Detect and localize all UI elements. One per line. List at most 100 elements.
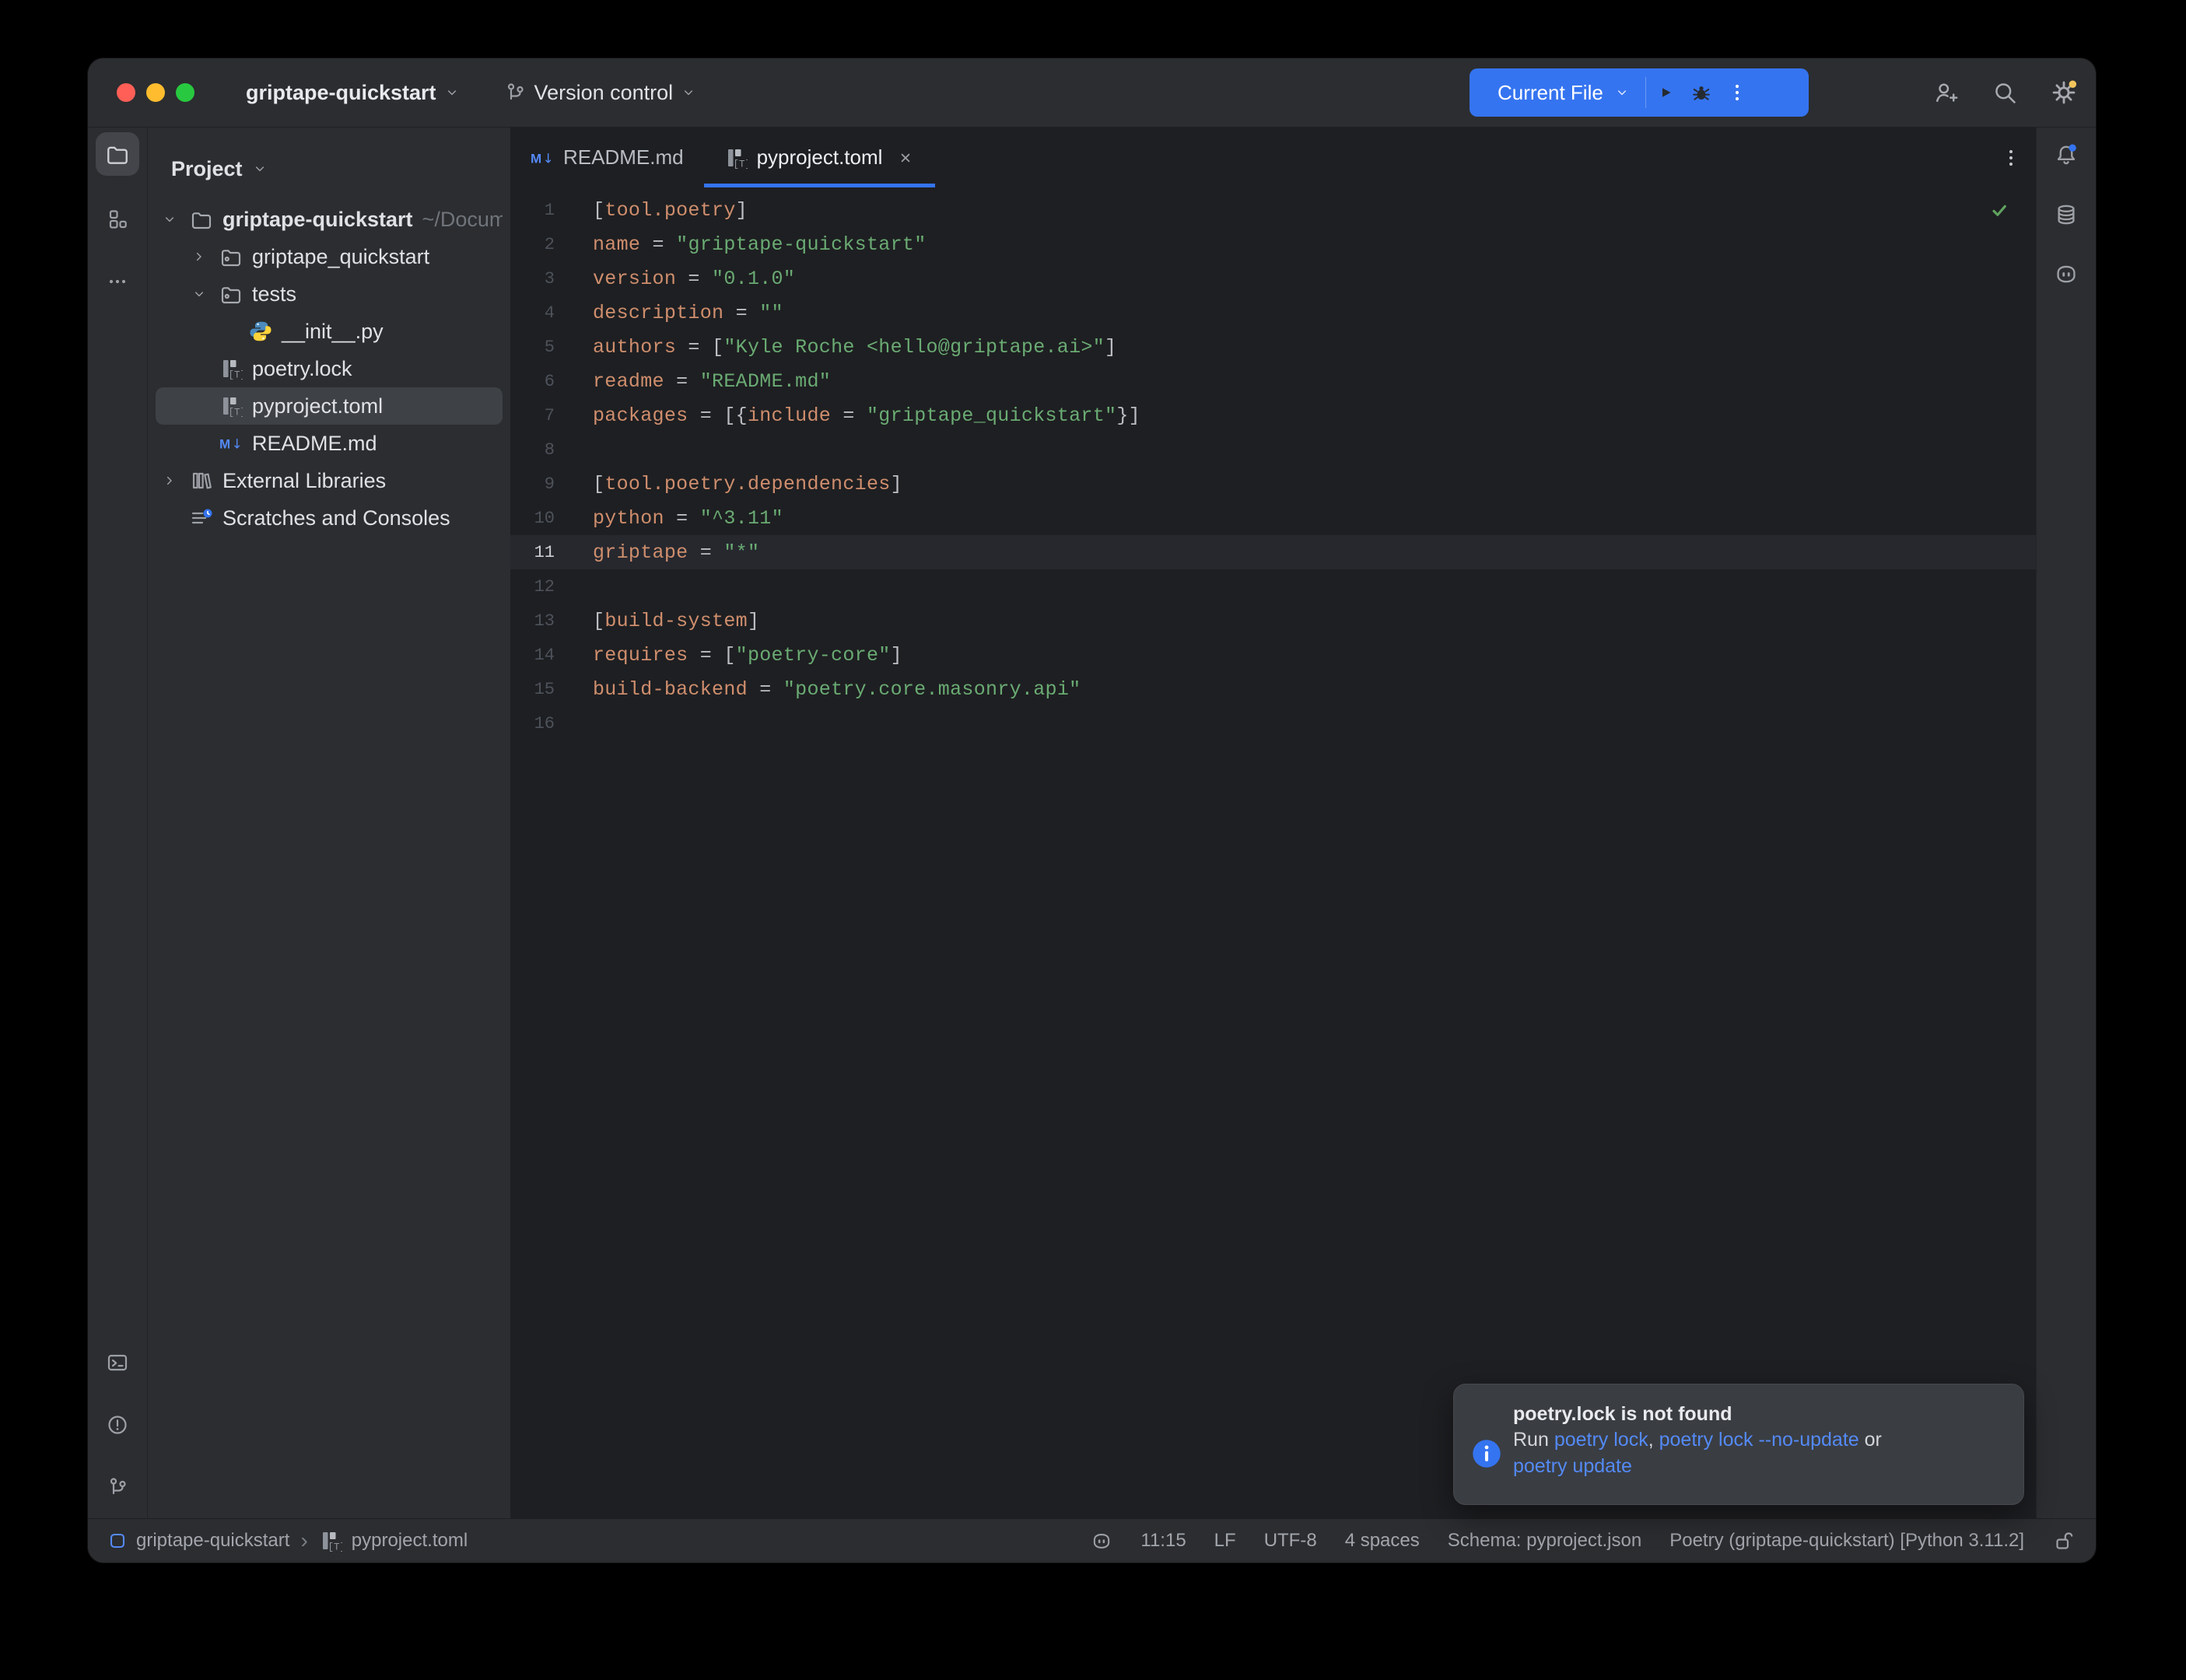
notification-balloon: poetry.lock is not found Run poetry lock… (1453, 1384, 2024, 1505)
tree-item-label: griptape-quickstart (222, 208, 413, 232)
tree-item-tests[interactable]: tests (156, 275, 503, 313)
run-icon[interactable] (1654, 81, 1677, 104)
close-window-button[interactable] (117, 83, 135, 102)
close-icon[interactable] (896, 149, 915, 167)
line-number: 15 (510, 680, 555, 699)
tree-item-init-py[interactable]: __init__.py (156, 313, 503, 350)
markdown-icon: M↓ (531, 146, 554, 170)
tree-item-external-libraries[interactable]: External Libraries (156, 462, 503, 499)
project-tree: griptape-quickstart~/Docume griptape_quic… (148, 201, 510, 537)
notification-link-poetry-lock-no-update[interactable]: poetry lock --no-update (1659, 1429, 1859, 1451)
vcs-toolwindow-button[interactable] (96, 1465, 139, 1509)
notification-link-poetry-update[interactable]: poetry update (1513, 1455, 1632, 1477)
tree-item-scratches-and-consoles[interactable]: Scratches and Consoles (156, 499, 503, 537)
status-lf[interactable]: LF (1214, 1530, 1236, 1552)
toml-icon: [T] (219, 394, 243, 418)
tree-item-label: griptape_quickstart (252, 245, 429, 269)
tab-readme-md[interactable]: M↓ README.md (510, 128, 704, 187)
copilot-icon[interactable] (2054, 261, 2079, 286)
unlock-icon (2052, 1529, 2076, 1552)
tree-item-pyproject-toml[interactable]: [T]pyproject.toml (156, 387, 503, 425)
code-line-4: 4description = "" (510, 296, 2037, 330)
project-panel-header[interactable]: Project (148, 128, 510, 187)
folder-dot-icon (219, 282, 243, 306)
tab-pyproject-toml[interactable]: [T]pyproject.toml (704, 128, 936, 187)
folder-icon (190, 208, 213, 231)
inspections-ok-check-icon[interactable] (1988, 199, 2010, 221)
code-line-10: 10python = "^3.11" (510, 501, 2037, 535)
svg-text:[T]: [T] (328, 1542, 342, 1553)
problems-toolwindow-button[interactable] (96, 1403, 139, 1447)
tab-options-icon[interactable] (1999, 128, 2023, 187)
settings-gear-icon[interactable] (2051, 79, 2077, 106)
notification-text: , (1648, 1429, 1659, 1451)
more-actions-icon[interactable] (1725, 81, 1749, 104)
minimize-window-button[interactable] (146, 83, 165, 102)
zoom-window-button[interactable] (176, 83, 194, 102)
tab-label: README.md (563, 145, 684, 170)
structure-icon (106, 208, 129, 231)
status-4-spaces[interactable]: 4 spaces (1345, 1530, 1420, 1552)
ide-window: griptape-quickstart Version control Curr… (88, 58, 2096, 1563)
right-tool-strip (2036, 128, 2096, 1518)
tree-item-poetry-lock[interactable]: [T]poetry.lock (156, 350, 503, 387)
line-number: 5 (510, 338, 555, 357)
code-editor[interactable]: 1[tool.poetry]2name = "griptape-quicksta… (510, 188, 2037, 1518)
breadcrumb-pyproject-toml[interactable]: [T] pyproject.toml (319, 1529, 468, 1552)
notifications-bell-icon[interactable] (2054, 143, 2079, 168)
tree-item-label: Scratches and Consoles (222, 506, 450, 530)
line-number: 7 (510, 406, 555, 425)
status-label: Poetry (griptape-quickstart) [Python 3.1… (1669, 1530, 2024, 1552)
breadcrumb-label: pyproject.toml (352, 1530, 468, 1552)
line-number: 1 (510, 201, 555, 220)
more-toolwindows-button[interactable] (96, 260, 139, 303)
structure-toolwindow-button[interactable] (96, 198, 139, 241)
code-text: name = "griptape-quickstart" (555, 233, 927, 256)
breadcrumbs: griptape-quickstart›[T]pyproject.toml (108, 1528, 468, 1553)
search-icon[interactable] (1992, 79, 2018, 106)
project-toolwindow-button[interactable] (96, 132, 139, 176)
python-icon (249, 320, 272, 343)
chevron-right-icon[interactable] (162, 473, 190, 488)
line-number: 2 (510, 235, 555, 254)
code-line-5: 5authors = ["Kyle Roche <hello@griptape.… (510, 330, 2037, 364)
status-unlock[interactable] (2052, 1529, 2076, 1552)
svg-text:[T]: [T] (229, 408, 243, 418)
window-controls (117, 83, 194, 102)
code-line-11: 11griptape = "*" (510, 535, 2037, 569)
add-user-icon[interactable] (1932, 79, 1959, 106)
status-copilot[interactable] (1091, 1530, 1112, 1552)
tab-label: pyproject.toml (757, 145, 883, 170)
notification-link-poetry-lock[interactable]: poetry lock (1554, 1429, 1648, 1451)
tree-item-griptape-quickstart[interactable]: griptape-quickstart~/Docume (156, 201, 503, 238)
project-switcher[interactable]: griptape-quickstart (246, 81, 460, 105)
status-utf-8[interactable]: UTF-8 (1264, 1530, 1317, 1552)
breadcrumb-griptape-quickstart[interactable]: griptape-quickstart (108, 1530, 289, 1552)
chevron-down-icon[interactable] (191, 286, 219, 302)
vcs-label: Version control (534, 81, 674, 105)
run-config-selector[interactable]: Current File (1498, 81, 1603, 105)
database-icon[interactable] (2054, 202, 2079, 227)
chevron-down-icon (252, 161, 268, 177)
line-number: 13 (510, 611, 555, 631)
line-number: 8 (510, 440, 555, 460)
code-text: requires = ["poetry-core"] (555, 644, 902, 667)
editor-area: M↓ README.md [T]pyproject.toml 1[tool.poet… (510, 128, 2037, 1518)
toml-icon: [T] (219, 357, 243, 380)
terminal-toolwindow-button[interactable] (96, 1341, 139, 1384)
debug-icon[interactable] (1690, 81, 1713, 104)
notification-body: Run poetry lock, poetry lock --no-update… (1513, 1426, 1882, 1479)
git-branch-icon (503, 81, 527, 104)
status-poetry-griptape-quickstart-python-3-11-2[interactable]: Poetry (griptape-quickstart) [Python 3.1… (1669, 1530, 2024, 1552)
chevron-right-icon[interactable] (191, 249, 219, 264)
code-line-13: 13[build-system] (510, 604, 2037, 638)
tree-item-readme-md[interactable]: M↓README.md (156, 425, 503, 462)
chevron-down-icon[interactable] (162, 212, 190, 227)
code-text: python = "^3.11" (555, 507, 783, 530)
chevron-down-icon (444, 85, 460, 100)
tree-item-griptape-quickstart[interactable]: griptape_quickstart (156, 238, 503, 275)
status-schema-pyproject-json[interactable]: Schema: pyproject.json (1448, 1530, 1641, 1552)
code-text: description = "" (555, 302, 783, 324)
status-11-15[interactable]: 11:15 (1140, 1530, 1186, 1552)
vcs-widget[interactable]: Version control (503, 81, 697, 105)
